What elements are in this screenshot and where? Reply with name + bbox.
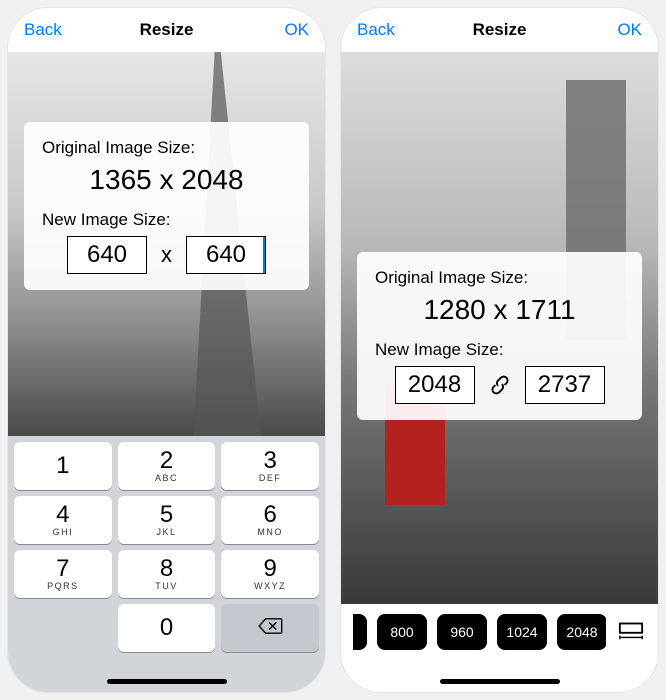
back-button[interactable]: Back [357, 20, 395, 40]
navbar: Back Resize OK [341, 8, 658, 52]
backspace-key[interactable] [221, 604, 319, 652]
device-right: Back Resize OK Original Image Size: 1280… [341, 8, 658, 692]
preset-1024[interactable]: 1024 [497, 614, 547, 650]
new-size-row: 2048 2737 [375, 366, 624, 404]
device-left: Back Resize OK Original Image Size: 1365… [8, 8, 325, 692]
key-3[interactable]: 3DEF [221, 442, 319, 490]
resize-panel: Original Image Size: 1280 x 1711 New Ima… [357, 252, 642, 420]
original-size-label: Original Image Size: [42, 138, 291, 158]
key-4[interactable]: 4GHI [14, 496, 112, 544]
backspace-icon [257, 617, 283, 640]
dimension-separator: x [161, 242, 172, 268]
aspect-ratio-button[interactable] [616, 617, 646, 647]
preset-scroll[interactable]: 800 960 1024 2048 [353, 614, 606, 650]
height-input[interactable]: 2737 [525, 366, 605, 404]
new-size-label: New Image Size: [42, 210, 291, 230]
ok-button[interactable]: OK [617, 20, 642, 40]
image-preview: Original Image Size: 1365 x 2048 New Ima… [8, 52, 325, 436]
home-indicator[interactable] [440, 679, 560, 684]
numeric-keypad: 1 2ABC 3DEF 4GHI 5JKL 6MNO 7PQRS 8TUV 9W… [8, 436, 325, 692]
back-button[interactable]: Back [24, 20, 62, 40]
page-title: Resize [473, 20, 527, 40]
new-size-label: New Image Size: [375, 340, 624, 360]
preset-partial[interactable] [353, 614, 367, 650]
page-title: Resize [140, 20, 194, 40]
width-input[interactable]: 640 [67, 236, 147, 274]
preset-800[interactable]: 800 [377, 614, 427, 650]
original-size-value: 1365 x 2048 [42, 164, 291, 196]
key-6[interactable]: 6MNO [221, 496, 319, 544]
original-size-label: Original Image Size: [375, 268, 624, 288]
keypad-spacer [14, 604, 112, 652]
new-size-row: 640 x 640 [42, 236, 291, 274]
link-aspect-icon[interactable] [489, 374, 511, 396]
ok-button[interactable]: OK [284, 20, 309, 40]
key-7[interactable]: 7PQRS [14, 550, 112, 598]
navbar: Back Resize OK [8, 8, 325, 52]
key-0[interactable]: 0 [118, 604, 216, 652]
key-5[interactable]: 5JKL [118, 496, 216, 544]
resize-panel: Original Image Size: 1365 x 2048 New Ima… [24, 122, 309, 290]
original-size-value: 1280 x 1711 [375, 294, 624, 326]
home-indicator[interactable] [107, 679, 227, 684]
aspect-ratio-icon [618, 620, 644, 645]
preset-960[interactable]: 960 [437, 614, 487, 650]
height-input[interactable]: 640 [186, 236, 266, 274]
key-9[interactable]: 9WXYZ [221, 550, 319, 598]
image-preview: Original Image Size: 1280 x 1711 New Ima… [341, 52, 658, 604]
key-8[interactable]: 8TUV [118, 550, 216, 598]
key-1[interactable]: 1 [14, 442, 112, 490]
preset-2048[interactable]: 2048 [557, 614, 606, 650]
key-2[interactable]: 2ABC [118, 442, 216, 490]
width-input[interactable]: 2048 [395, 366, 475, 404]
